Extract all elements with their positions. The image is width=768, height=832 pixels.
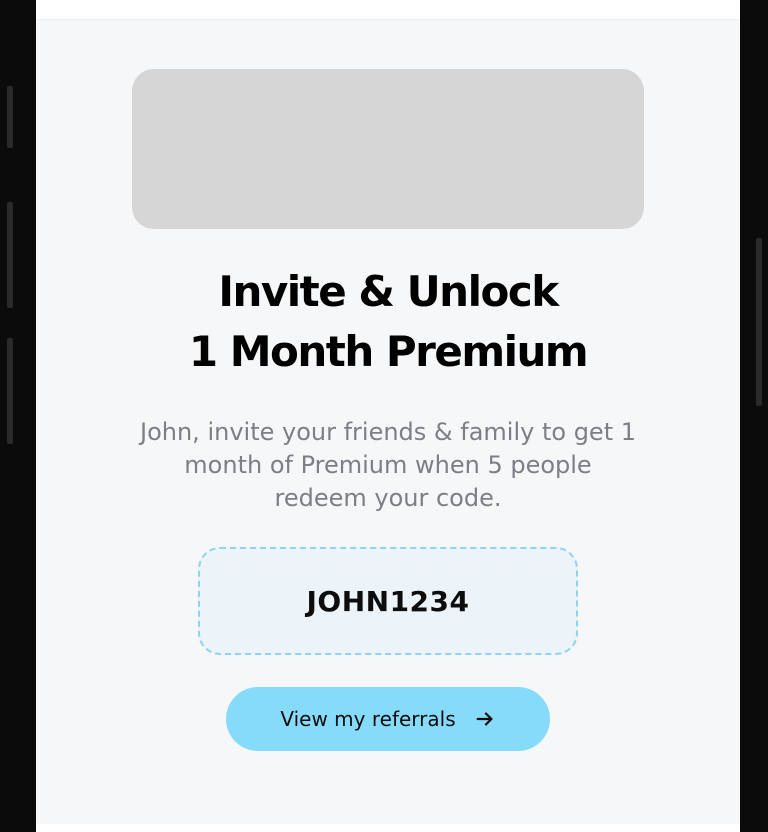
referral-code-box[interactable]: JOHN1234 xyxy=(198,547,578,655)
power-button xyxy=(756,238,762,406)
mute-switch xyxy=(7,86,13,148)
phone-frame: Invite & Unlock 1 Month Premium John, in… xyxy=(0,0,768,832)
title-line-1: Invite & Unlock xyxy=(218,267,559,316)
referral-code[interactable]: JOHN1234 xyxy=(306,585,469,618)
bottom-bar xyxy=(36,824,740,832)
referral-description: John, invite your friends & family to ge… xyxy=(140,418,636,512)
top-bar xyxy=(36,0,740,20)
view-referrals-label: View my referrals xyxy=(280,707,456,731)
volume-up-button xyxy=(7,202,13,308)
volume-down-button xyxy=(7,338,13,444)
page-title: Invite & Unlock 1 Month Premium xyxy=(36,262,740,382)
arrow-right-icon xyxy=(476,712,493,726)
hero-image-placeholder xyxy=(132,69,644,229)
referral-screen: Invite & Unlock 1 Month Premium John, in… xyxy=(36,0,740,832)
title-line-2: 1 Month Premium xyxy=(188,327,589,376)
view-referrals-button[interactable]: View my referrals xyxy=(226,687,550,751)
